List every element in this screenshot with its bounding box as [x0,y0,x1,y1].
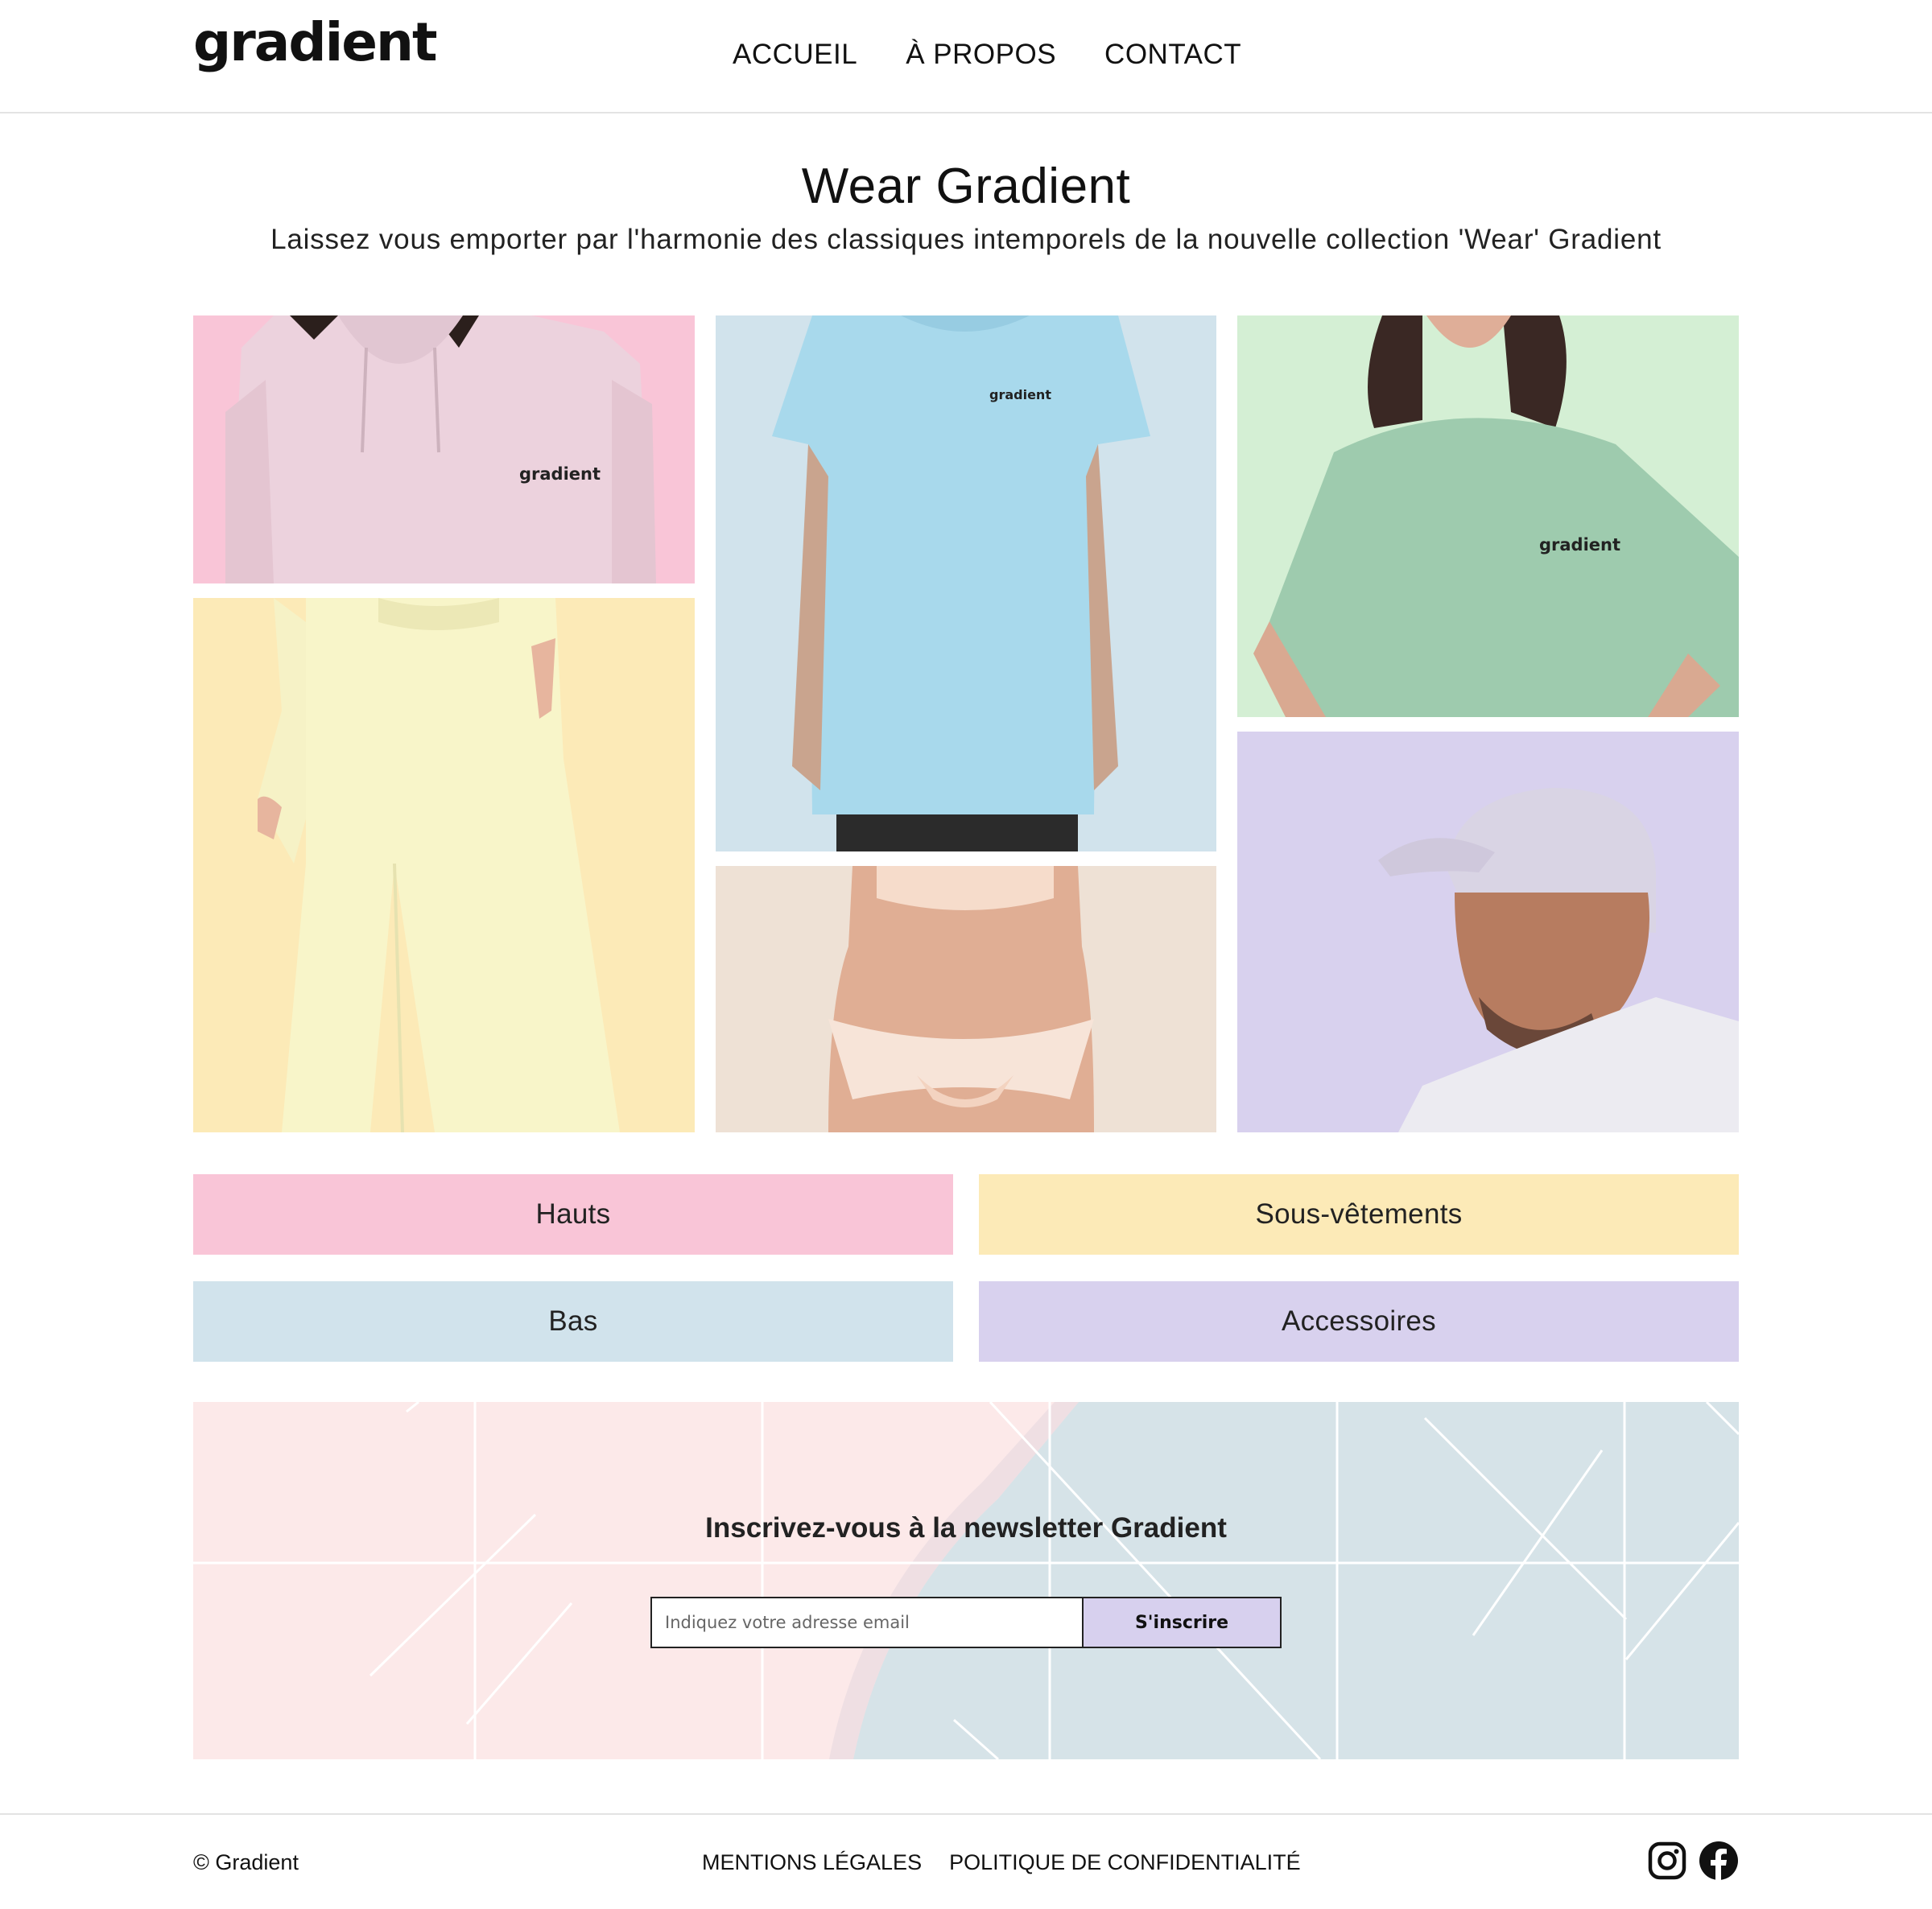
nav-accueil[interactable]: ACCUEIL [733,39,857,71]
copyright: © Gradient [193,1850,299,1874]
newsletter-background [193,1402,1739,1759]
facebook-icon[interactable] [1699,1841,1739,1881]
page-subtitle: Laissez vous emporter par l'harmonie des… [270,224,1662,255]
footer-link-politique-confidentialite[interactable]: POLITIQUE DE CONFIDENTIALITÉ [949,1850,1301,1875]
product-image-cap[interactable] [1237,732,1739,1132]
instagram-icon[interactable] [1647,1841,1687,1881]
footer-link-mentions-legales[interactable]: MENTIONS LÉGALES [702,1850,922,1875]
product-image-joggers[interactable] [193,598,695,1132]
product-image-tshirt-blue[interactable]: gradient [716,315,1216,851]
newsletter-title: Inscrivez-vous à la newsletter Gradient [705,1512,1227,1544]
hoodie-print: gradient [519,464,601,484]
tshirt-green-print: gradient [1539,535,1620,555]
category-sous-vetements-button[interactable]: Sous-vêtements [979,1174,1739,1255]
product-image-lingerie[interactable] [716,866,1216,1132]
newsletter-section: Inscrivez-vous à la newsletter Gradient … [193,1402,1739,1759]
newsletter-form: S'inscrire [650,1597,1282,1648]
nav-a-propos[interactable]: À PROPOS [906,39,1056,71]
category-hauts-button[interactable]: Hauts [193,1174,953,1255]
category-bas-button[interactable]: Bas [193,1281,953,1362]
category-accessoires-button[interactable]: Accessoires [979,1281,1739,1362]
tshirt-blue-print: gradient [989,387,1051,402]
product-image-hoodie[interactable]: gradient [193,315,695,583]
logo[interactable]: gradient [193,16,437,69]
main-nav: ACCUEIL À PROPOS CONTACT [733,39,1241,71]
site-footer: © Gradient MENTIONS LÉGALES POLITIQUE DE… [0,1813,1932,1909]
email-field[interactable] [650,1597,1082,1648]
footer-links: MENTIONS LÉGALES POLITIQUE DE CONFIDENTI… [702,1850,1301,1875]
nav-contact[interactable]: CONTACT [1104,39,1241,71]
site-header: gradient ACCUEIL À PROPOS CONTACT [0,0,1932,113]
subscribe-button[interactable]: S'inscrire [1082,1597,1282,1648]
product-image-tshirt-green[interactable]: gradient [1237,315,1739,717]
page-title: Wear Gradient [801,159,1131,214]
